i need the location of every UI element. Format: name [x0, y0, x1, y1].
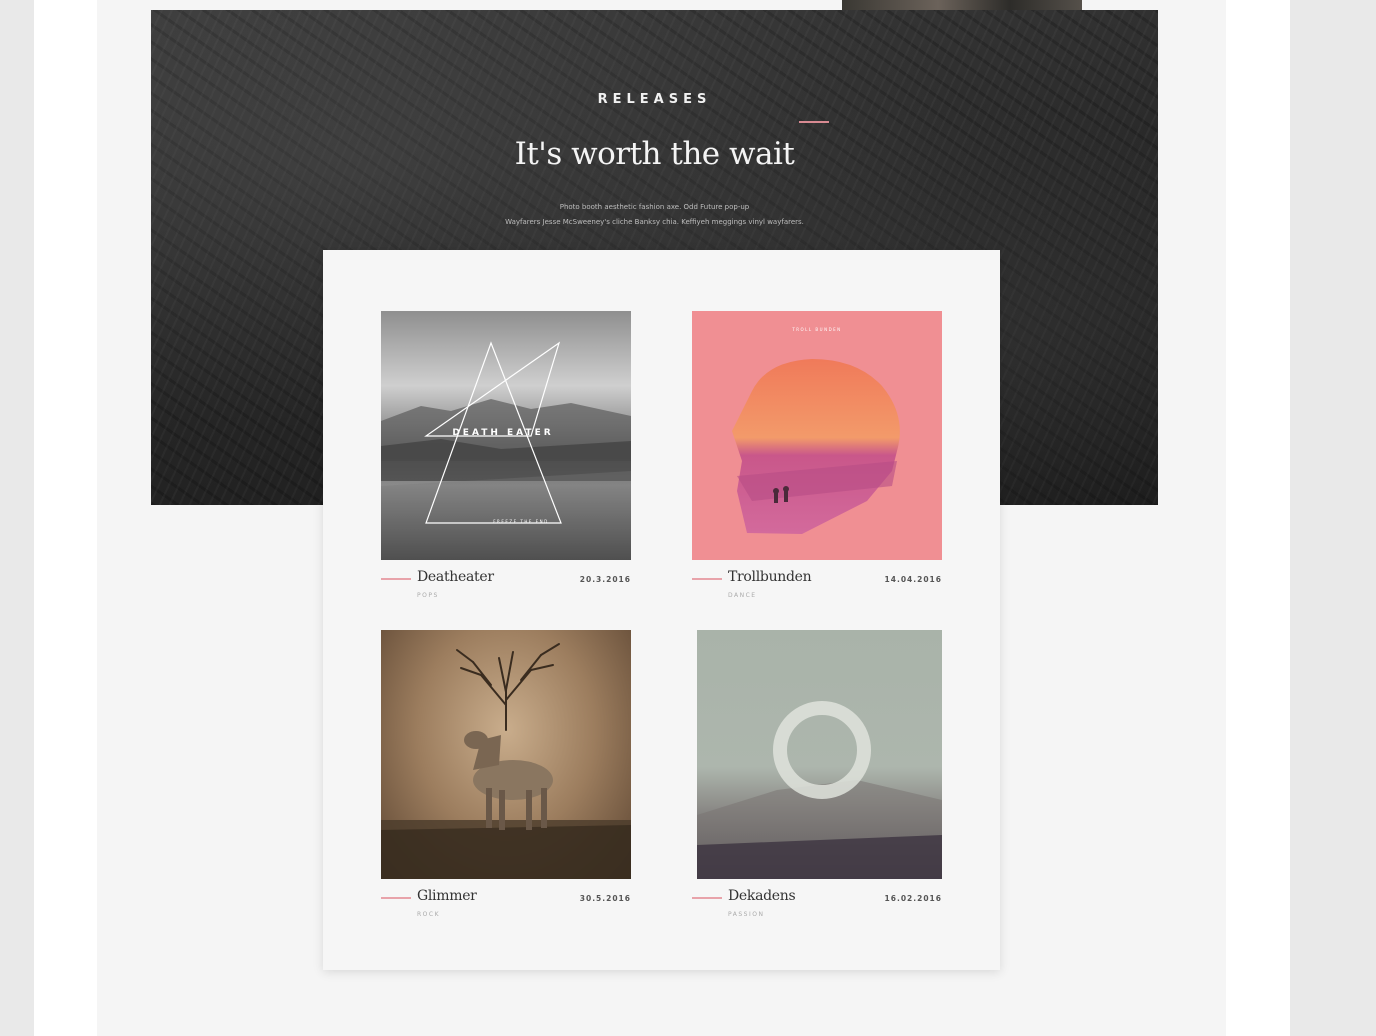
- title-accent-rule: [381, 897, 411, 899]
- section-eyebrow: RELEASES: [597, 92, 712, 107]
- title-accent-rule: [692, 897, 722, 899]
- cover-title-text: TROLL BUNDEN: [791, 327, 841, 332]
- section-headline: It's worth the wait: [514, 136, 795, 172]
- album-cover-dekadens[interactable]: [697, 630, 942, 879]
- release-title[interactable]: Dekadens: [728, 888, 796, 904]
- releases-card: DEATH EATER FREEZE THE END Deatheater 20…: [323, 250, 1000, 970]
- release-genre: ROCK: [417, 911, 441, 918]
- release-date: 16.02.2016: [884, 894, 942, 903]
- title-accent-rule: [692, 578, 722, 580]
- release-date: 14.04.2016: [884, 575, 942, 584]
- release-date: 20.3.2016: [579, 575, 631, 584]
- cover-art-deatheater: DEATH EATER FREEZE THE END: [381, 341, 631, 560]
- release-genre: DANCE: [728, 592, 757, 599]
- release-title[interactable]: Glimmer: [417, 888, 477, 904]
- cover-art-dekadens: [697, 701, 942, 879]
- intro-line-1: Photo booth aesthetic fashion axe. Odd F…: [559, 203, 750, 211]
- release-genre: PASSION: [728, 911, 765, 918]
- album-cover-deatheater[interactable]: DEATH EATER FREEZE THE END: [381, 311, 631, 560]
- title-accent-rule: [381, 578, 411, 580]
- cover-art-trollbunden: TROLL BUNDEN: [732, 327, 900, 534]
- cover-caption-text: FREEZE THE END: [493, 519, 549, 524]
- release-title[interactable]: Deatheater: [417, 569, 494, 585]
- album-cover-glimmer[interactable]: [381, 630, 631, 879]
- cover-title-text: DEATH EATER: [452, 428, 553, 438]
- intro-line-2: Wayfarers Jesse McSweeney's cliche Banks…: [505, 218, 804, 226]
- release-genre: POPS: [417, 592, 439, 599]
- release-title[interactable]: Trollbunden: [728, 569, 812, 585]
- album-cover-trollbunden[interactable]: TROLL BUNDEN: [692, 311, 942, 560]
- cover-art-glimmer: [381, 643, 631, 879]
- eyebrow-divider: [799, 121, 829, 123]
- release-date: 30.5.2016: [579, 894, 631, 903]
- section-intro: Photo booth aesthetic fashion axe. Odd F…: [151, 200, 1158, 230]
